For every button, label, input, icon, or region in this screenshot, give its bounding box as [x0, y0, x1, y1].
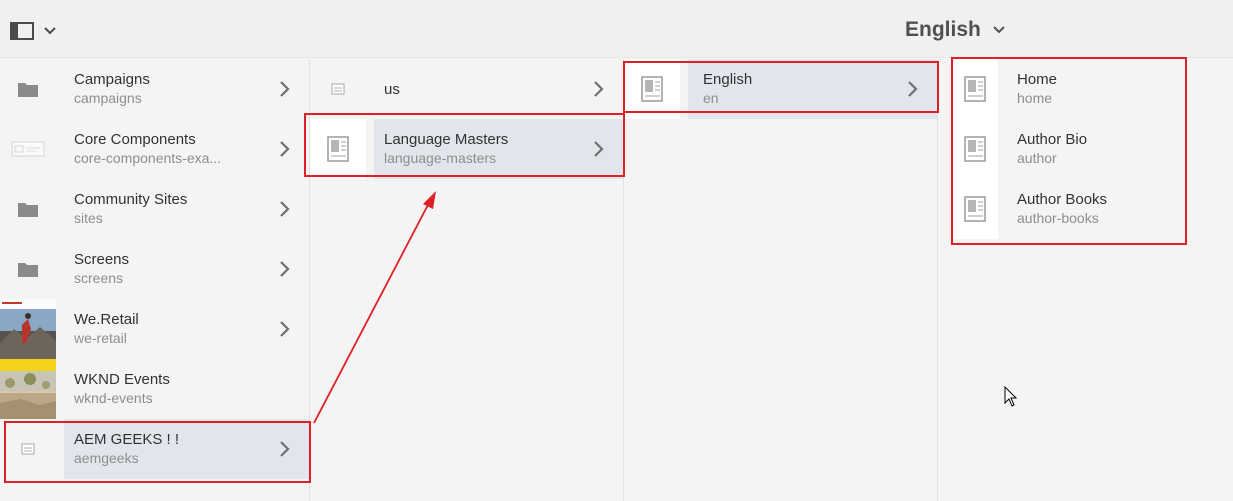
item-title: Community Sites [74, 191, 188, 208]
list-item-wknd-events[interactable]: WKND Events wknd-events [0, 359, 309, 419]
item-name: home [1017, 90, 1053, 106]
chevron-right-icon[interactable] [593, 140, 605, 158]
item-title: Author Books [1017, 191, 1108, 208]
item-name: wknd-events [74, 390, 153, 406]
folder-icon [0, 59, 56, 119]
item-title: English [703, 71, 753, 88]
english-column: Home home Author Bio author Author Books… [938, 59, 1233, 501]
list-item-campaigns[interactable]: Campaigns campaigns [0, 59, 309, 119]
language-picker[interactable]: English [905, 16, 1005, 44]
chevron-right-icon[interactable] [593, 80, 605, 98]
mouse-cursor-icon [1004, 386, 1018, 407]
list-item-english[interactable]: English en [624, 59, 937, 119]
language-masters-column: English en [624, 59, 938, 501]
list-item-language-masters[interactable]: Language Masters language-masters [310, 119, 623, 179]
list-item-home[interactable]: Home home [938, 59, 1233, 119]
page-icon [0, 419, 56, 479]
list-item-aem-geeks[interactable]: AEM GEEKS ! ! aemgeeks [0, 419, 309, 479]
page-template-icon [624, 59, 680, 119]
item-title: Language Masters [384, 131, 509, 148]
annotation-arrow [313, 191, 436, 424]
list-item-community-sites[interactable]: Community Sites sites [0, 179, 309, 239]
item-name: author [1017, 150, 1057, 166]
chevron-right-icon[interactable] [279, 140, 291, 158]
page-template-icon [310, 119, 366, 179]
item-title: AEM GEEKS ! ! [74, 431, 180, 448]
list-item-author-bio[interactable]: Author Bio author [938, 119, 1233, 179]
item-title: WKND Events [74, 371, 170, 388]
list-item-we-retail[interactable]: We.Retail we-retail [0, 299, 309, 359]
item-title: Core Components [74, 131, 196, 148]
page-template-icon [952, 59, 998, 119]
folder-icon [0, 179, 56, 239]
item-name: aemgeeks [74, 450, 139, 466]
chevron-down-icon [44, 27, 56, 35]
list-item-author-books[interactable]: Author Books author-books [938, 179, 1233, 239]
item-name: en [703, 90, 719, 106]
chevron-right-icon[interactable] [279, 440, 291, 458]
list-item-screens[interactable]: Screens screens [0, 239, 309, 299]
list-item-core-components[interactable]: Core Components core-components-exa... [0, 119, 309, 179]
panel-toggle-icon [10, 22, 34, 40]
sites-column: Campaigns campaigns Core Components core… [0, 59, 310, 501]
item-title: We.Retail [74, 311, 139, 328]
item-name: campaigns [74, 90, 142, 106]
chevron-right-icon[interactable] [279, 260, 291, 278]
chevron-right-icon[interactable] [279, 320, 291, 338]
list-item-us[interactable]: us [310, 59, 623, 119]
item-title: us [384, 81, 400, 98]
page-icon [310, 59, 366, 119]
page-template-icon [952, 179, 998, 239]
chevron-down-icon [993, 26, 1005, 34]
item-name: core-components-exa... [74, 150, 222, 166]
language-label: English [905, 18, 981, 41]
item-name: screens [74, 270, 124, 286]
item-name: we-retail [74, 330, 127, 346]
item-title: Author Bio [1017, 131, 1088, 148]
item-name: sites [74, 210, 103, 226]
template-thumbnail [0, 119, 56, 179]
item-name: author-books [1017, 210, 1099, 226]
chevron-right-icon[interactable] [279, 200, 291, 218]
folder-icon [0, 239, 56, 299]
we-retail-thumbnail [0, 299, 56, 359]
wknd-thumbnail [0, 359, 56, 419]
action-bar: English [0, 0, 1233, 58]
chevron-right-icon[interactable] [279, 80, 291, 98]
item-title: Home [1017, 71, 1058, 88]
page-template-icon [952, 119, 998, 179]
item-name: language-masters [384, 150, 497, 166]
rail-toggle-button[interactable] [10, 18, 66, 44]
chevron-right-icon[interactable] [907, 80, 919, 98]
item-title: Campaigns [74, 71, 150, 88]
item-title: Screens [74, 251, 130, 268]
